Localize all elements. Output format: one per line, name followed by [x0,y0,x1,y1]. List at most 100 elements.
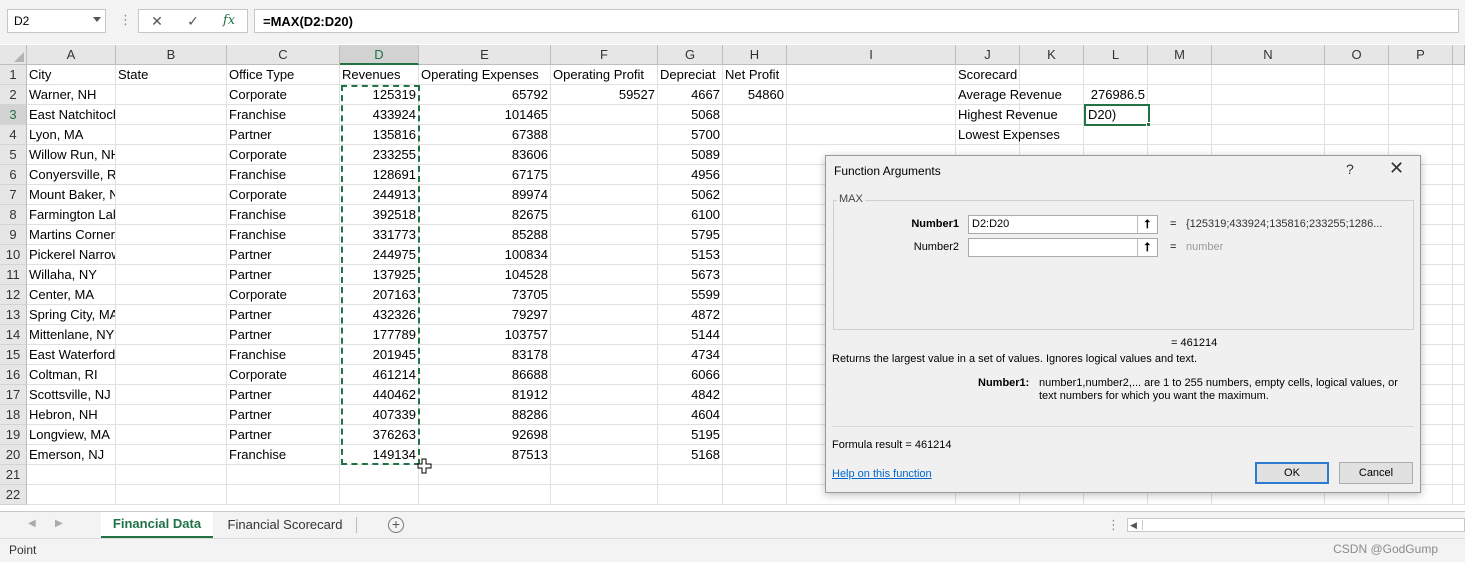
data-cell-operating-expenses[interactable]: 81912 [419,385,551,405]
data-cell-operating-profit[interactable] [551,405,658,425]
data-cell-state[interactable] [116,245,227,265]
row-header[interactable]: 18 [0,405,27,425]
data-cell-net-profit[interactable] [723,165,787,185]
column-header-k[interactable]: K [1020,45,1084,65]
cell[interactable] [1212,125,1325,145]
column-header-d[interactable]: D [340,45,419,65]
data-cell-office-type[interactable]: Partner [227,305,340,325]
data-cell-state[interactable] [116,425,227,445]
cell[interactable] [1212,65,1325,85]
number1-input[interactable]: D2:D20 [968,215,1158,234]
data-cell-state[interactable] [116,385,227,405]
data-cell-depreciation[interactable]: 4604 [658,405,723,425]
column-header-o[interactable]: O [1325,45,1389,65]
data-cell-revenues[interactable]: 207163 [340,285,419,305]
row-header[interactable]: 8 [0,205,27,225]
data-cell-revenues[interactable]: 177789 [340,325,419,345]
cell[interactable] [1325,105,1389,125]
row-header[interactable]: 3 [0,105,27,125]
data-cell-office-type[interactable]: Corporate [227,185,340,205]
cell[interactable] [723,485,787,505]
cell[interactable] [116,485,227,505]
data-cell-city[interactable]: Scottsville, NJ [27,385,116,405]
cell[interactable] [1148,65,1212,85]
cell[interactable] [27,465,116,485]
data-cell-net-profit[interactable] [723,325,787,345]
data-cell-operating-expenses[interactable]: 92698 [419,425,551,445]
data-cell-revenues[interactable]: 440462 [340,385,419,405]
data-cell-state[interactable] [116,325,227,345]
row-header[interactable]: 14 [0,325,27,345]
data-cell-revenues[interactable]: 244975 [340,245,419,265]
cell[interactable] [1212,85,1325,105]
data-cell-net-profit[interactable] [723,345,787,365]
data-cell-operating-expenses[interactable]: 83606 [419,145,551,165]
data-cell-revenues[interactable]: 432326 [340,305,419,325]
data-cell-depreciation[interactable]: 5599 [658,285,723,305]
data-cell-office-type[interactable]: Partner [227,405,340,425]
data-cell-operating-expenses[interactable]: 83178 [419,345,551,365]
data-cell-office-type[interactable]: Partner [227,245,340,265]
row-header[interactable]: 21 [0,465,27,485]
data-cell-city[interactable]: Center, MA [27,285,116,305]
data-cell-operating-expenses[interactable]: 88286 [419,405,551,425]
header-cell-operating-profit[interactable]: Operating Profit [551,65,658,85]
scorecard-high-label[interactable]: Highest Revenue [956,105,1084,125]
data-cell-operating-expenses[interactable]: 86688 [419,365,551,385]
column-header-j[interactable]: J [956,45,1020,65]
data-cell-state[interactable] [116,125,227,145]
data-cell-operating-profit[interactable] [551,205,658,225]
scorecard-avg-value[interactable]: 276986.5 [1084,85,1148,105]
data-cell-state[interactable] [116,185,227,205]
data-cell-depreciation[interactable]: 6100 [658,205,723,225]
data-cell-net-profit[interactable] [723,285,787,305]
column-header-g[interactable]: G [658,45,723,65]
data-cell-city[interactable]: Longview, MA [27,425,116,445]
data-cell-office-type[interactable]: Corporate [227,85,340,105]
data-cell-operating-expenses[interactable]: 85288 [419,225,551,245]
data-cell-depreciation[interactable]: 5144 [658,325,723,345]
data-cell-state[interactable] [116,265,227,285]
fill-handle[interactable] [1146,122,1151,127]
data-cell-city[interactable]: Mount Baker, NY [27,185,116,205]
data-cell-state[interactable] [116,205,227,225]
row-header[interactable]: 13 [0,305,27,325]
data-cell-operating-profit[interactable] [551,305,658,325]
number2-input[interactable] [968,238,1158,257]
data-cell-office-type[interactable]: Franchise [227,105,340,125]
help-link[interactable]: Help on this function [832,468,932,480]
data-cell-revenues[interactable]: 331773 [340,225,419,245]
cell[interactable] [1389,65,1453,85]
column-header-e[interactable]: E [419,45,551,65]
data-cell-depreciation[interactable]: 4734 [658,345,723,365]
column-header-a[interactable]: A [27,45,116,65]
row-header[interactable]: 12 [0,285,27,305]
data-cell-city[interactable]: Pickerel Narrows, ME [27,245,116,265]
cancel-icon[interactable]: ✕ [143,11,171,31]
more-options-icon[interactable]: ⋮ [119,12,132,28]
data-cell-operating-expenses[interactable]: 104528 [419,265,551,285]
column-header-f[interactable]: F [551,45,658,65]
data-cell-depreciation[interactable]: 4956 [658,165,723,185]
data-cell-state[interactable] [116,85,227,105]
data-cell-operating-profit[interactable] [551,325,658,345]
scroll-left-arrow-icon[interactable]: ◀ [1130,519,1137,531]
data-cell-operating-expenses[interactable]: 67175 [419,165,551,185]
cell[interactable] [658,465,723,485]
data-cell-office-type[interactable]: Partner [227,265,340,285]
row-header[interactable]: 7 [0,185,27,205]
row-header[interactable]: 2 [0,85,27,105]
row-header[interactable]: 6 [0,165,27,185]
data-cell-depreciation[interactable]: 5062 [658,185,723,205]
cell[interactable] [1148,85,1212,105]
row-header[interactable]: 17 [0,385,27,405]
chevron-down-icon[interactable] [93,17,101,22]
data-cell-state[interactable] [116,445,227,465]
data-cell-state[interactable] [116,145,227,165]
data-cell-net-profit[interactable] [723,185,787,205]
cell[interactable] [340,465,419,485]
data-cell-depreciation[interactable]: 5153 [658,245,723,265]
cell[interactable] [227,465,340,485]
column-header-c[interactable]: C [227,45,340,65]
data-cell-state[interactable] [116,305,227,325]
